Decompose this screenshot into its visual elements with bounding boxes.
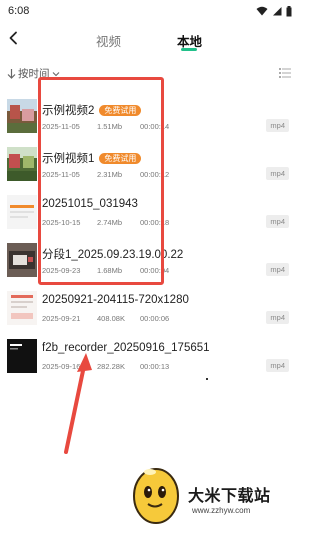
file-name: 20251015_031943 — [42, 198, 138, 210]
file-row[interactable]: 分段1_2025.09.23.19.00.22 2025-09-23 1.68M… — [0, 236, 300, 284]
file-date: 2025-09-23 — [42, 266, 81, 275]
chevron-down-icon — [52, 71, 59, 76]
status-time: 6:08 — [8, 5, 30, 17]
file-size: 282.28K — [97, 362, 125, 371]
format-tag: mp4 — [266, 263, 289, 276]
free-trial-badge: 免费试用 — [99, 152, 142, 164]
file-size: 408.08K — [97, 314, 125, 323]
file-duration: 00:00:14 — [140, 122, 170, 131]
watermark-url: www.zzhyw.com — [192, 506, 251, 515]
watermark-title: 大米下载站 — [188, 488, 271, 505]
battery-icon — [286, 5, 292, 16]
wifi-icon — [256, 6, 268, 16]
file-duration: 00:00:12 — [140, 170, 170, 179]
list-view-icon[interactable] — [279, 68, 291, 78]
format-tag: mp4 — [266, 167, 289, 180]
file-size: 1.51Mb — [97, 122, 123, 131]
file-name: 示例视频1 — [42, 153, 95, 165]
file-name: 分段1_2025.09.23.19.00.22 — [42, 249, 184, 261]
top-nav: 视频 本地 — [0, 24, 300, 54]
file-name: 示例视频2 — [42, 105, 95, 117]
file-list: 示例视频2 免费试用 2025-11-05 1.51Mb 00:00:14 mp… — [0, 92, 300, 380]
file-row[interactable]: f2b_recorder_20250916_175651 2025-09-16 … — [0, 332, 300, 380]
sort-arrow-icon — [7, 69, 16, 79]
file-date: 2025-10-15 — [42, 218, 81, 227]
video-thumbnail — [7, 339, 37, 373]
stray-dot — [206, 378, 208, 380]
file-name: 20250921-204115-720x1280 — [42, 294, 189, 306]
format-tag: mp4 — [266, 215, 289, 228]
egg-mascot-logo — [133, 468, 179, 524]
free-trial-badge: 免费试用 — [99, 104, 142, 116]
file-date: 2025-11-05 — [42, 170, 80, 179]
file-date: 2025-09-21 — [42, 314, 81, 323]
video-thumbnail — [7, 243, 37, 277]
file-date: 2025-09-16 — [42, 362, 81, 371]
tab-video[interactable]: 视频 — [96, 31, 121, 50]
format-tag: mp4 — [266, 359, 289, 372]
file-duration: 00:00:18 — [140, 218, 170, 227]
signal-icon — [273, 7, 282, 16]
file-duration: 00:00:04 — [140, 266, 170, 275]
video-thumbnail — [7, 195, 37, 229]
back-button[interactable] — [4, 27, 22, 49]
site-watermark: 大米下载站 www.zzhyw.com — [126, 456, 296, 530]
file-size: 2.31Mb — [97, 170, 123, 179]
sort-dropdown[interactable]: 按时间 — [7, 66, 60, 81]
file-duration: 00:00:13 — [140, 362, 170, 371]
file-duration: 00:00:06 — [140, 314, 170, 323]
video-thumbnail — [7, 291, 37, 325]
format-tag: mp4 — [266, 119, 289, 132]
file-row[interactable]: 示例视频1 免费试用 2025-11-05 2.31Mb 00:00:12 mp… — [0, 140, 300, 188]
file-size: 1.68Mb — [97, 266, 123, 275]
status-bar: 6:08 — [0, 0, 300, 22]
file-row[interactable]: 示例视频2 免费试用 2025-11-05 1.51Mb 00:00:14 mp… — [0, 92, 300, 140]
file-row[interactable]: 20250921-204115-720x1280 2025-09-21 408.… — [0, 284, 300, 332]
video-thumbnail — [7, 147, 37, 181]
video-thumbnail — [7, 99, 37, 133]
format-tag: mp4 — [266, 311, 289, 324]
file-row[interactable]: 20251015_031943 2025-10-15 2.74Mb 00:00:… — [0, 188, 300, 236]
file-date: 2025-11-05 — [42, 122, 80, 131]
file-size: 2.74Mb — [97, 218, 123, 227]
sort-bar: 按时间 — [0, 64, 300, 84]
sort-label: 按时间 — [18, 68, 50, 80]
chevron-left-icon — [9, 31, 17, 45]
active-tab-indicator — [181, 48, 197, 51]
status-icons — [256, 5, 292, 17]
file-name: f2b_recorder_20250916_175651 — [42, 342, 210, 354]
